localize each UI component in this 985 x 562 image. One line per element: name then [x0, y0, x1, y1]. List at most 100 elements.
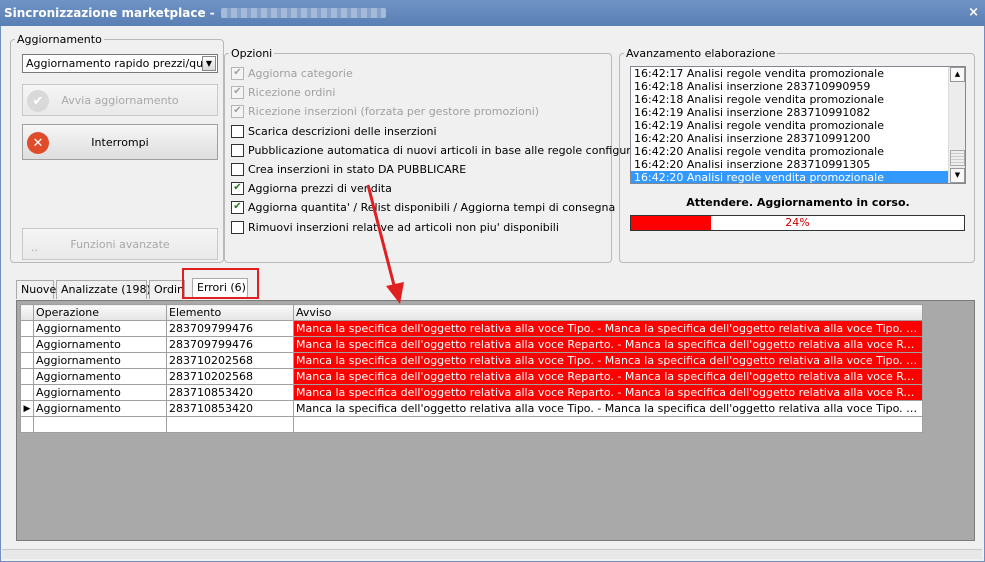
cell-avviso[interactable]: Manca la specifica dell'oggetto relativa… — [293, 320, 923, 337]
option-row[interactable]: ✔ Ricezione inserzioni (forzata per gesto… — [231, 103, 539, 119]
log-line[interactable]: 16:42:20 Analisi inserzione 283710991305 — [631, 158, 965, 171]
cell-operazione[interactable]: Aggiornamento — [33, 352, 167, 369]
option-row[interactable]: Crea inserzioni in stato DA PUBBLICARE — [231, 161, 466, 177]
empty-cell[interactable] — [20, 416, 34, 433]
empty-cell[interactable] — [33, 416, 167, 433]
column-header-operazione[interactable]: Operazione — [33, 304, 167, 321]
tab-ordini-label: Ordini — [154, 283, 185, 296]
log-line[interactable]: 16:42:17 Analisi regole vendita promozio… — [631, 67, 965, 80]
row-header[interactable] — [20, 320, 34, 337]
cell-avviso[interactable]: Manca la specifica dell'oggetto relativa… — [293, 368, 923, 385]
table-row[interactable]: Aggiornamento 283709799476 Manca la specif… — [20, 320, 923, 337]
option-label: Aggiorna categorie — [248, 66, 353, 80]
cell-avviso[interactable]: Manca la specifica dell'oggetto relativa… — [293, 352, 923, 369]
checkbox-checked-icon[interactable]: ✔ — [231, 85, 244, 99]
row-header[interactable] — [20, 352, 34, 369]
option-label: Scarica descrizioni delle inserzioni — [248, 124, 437, 138]
log-line[interactable]: 16:42:18 Analisi regole vendita promozio… — [631, 93, 965, 106]
option-label: Aggiorna quantita' / Relist disponibili … — [248, 200, 616, 214]
table-row[interactable]: ▶ Aggiornamento 283710853420 Manca la speci… — [20, 400, 923, 417]
row-header[interactable] — [20, 368, 34, 385]
progress-label: 24% — [785, 216, 810, 229]
option-row[interactable]: Scarica descrizioni delle inserzioni — [231, 123, 437, 139]
current-row-icon[interactable]: ▶ — [20, 400, 34, 417]
progress-log[interactable]: 16:42:17 Analisi regole vendita promozio… — [630, 66, 966, 184]
log-line[interactable]: 16:42:20 Analisi regole vendita promozio… — [631, 145, 965, 158]
option-row[interactable]: ✔ Aggiorna quantita' / Relist disponibili… — [231, 199, 615, 215]
cell-operazione[interactable]: Aggiornamento — [33, 400, 167, 417]
tab-analizzate-label: Analizzate (198) — [61, 283, 151, 296]
log-line[interactable]: 16:42:20 Analisi inserzione 283710991200 — [631, 132, 965, 145]
errors-table: Operazione Elemento Avviso Aggiornamento… — [20, 304, 923, 433]
checkbox-unchecked-icon[interactable] — [231, 220, 244, 234]
checkbox-checked-icon[interactable]: ✔ — [231, 66, 244, 80]
avanzamento-legend: Avanzamento elaborazione — [626, 47, 776, 60]
cell-avviso[interactable]: Manca la specifica dell'oggetto relativa… — [293, 400, 923, 417]
start-update-label: Avvia aggiornamento — [61, 93, 179, 107]
column-header-avviso[interactable]: Avviso — [293, 304, 923, 321]
empty-cell[interactable] — [293, 416, 923, 433]
table-new-row[interactable] — [20, 416, 923, 433]
log-line[interactable]: 16:42:19 Analisi regole vendita promozio… — [631, 119, 965, 132]
progress-bar: 24% — [630, 215, 965, 231]
window-title: Sincronizzazione marketplace - — [4, 6, 215, 20]
option-label: Rimuovi inserzioni relative ad articoli … — [248, 220, 559, 234]
stop-button[interactable]: ✕ Interrompi — [22, 124, 218, 160]
close-button[interactable]: × — [968, 5, 979, 20]
option-row[interactable]: Rimuovi inserzioni relative ad articoli … — [231, 219, 559, 235]
update-mode-select[interactable]: Aggiornamento rapido prezzi/quantità ▼ — [22, 54, 218, 73]
table-row[interactable]: Aggiornamento 283710202568 Manca la specif… — [20, 352, 923, 369]
annotation-highlight-box — [182, 268, 259, 299]
log-line[interactable]: 16:42:19 Analisi inserzione 283710991082 — [631, 106, 965, 119]
scroll-down-icon[interactable]: ▼ — [950, 168, 965, 183]
table-row[interactable]: Aggiornamento 283710202568 Manca la specif… — [20, 368, 923, 385]
cell-avviso[interactable]: Manca la specifica dell'oggetto relativa… — [293, 384, 923, 401]
row-header[interactable] — [20, 336, 34, 353]
scroll-thumb[interactable] — [950, 150, 965, 166]
option-row[interactable]: ✔ Aggiorna prezzi di vendita — [231, 180, 392, 196]
row-header[interactable] — [20, 384, 34, 401]
table-header-row: Operazione Elemento Avviso — [20, 304, 923, 321]
option-row[interactable]: ✔ Ricezione ordini — [231, 84, 335, 100]
log-line[interactable]: 16:42:18 Analisi inserzione 283710990959 — [631, 80, 965, 93]
cell-elemento[interactable]: 283710202568 — [166, 368, 294, 385]
advanced-prefix: .. — [31, 241, 38, 254]
table-row[interactable]: Aggiornamento 283709799476 Manca la specif… — [20, 336, 923, 353]
cell-elemento[interactable]: 283710202568 — [166, 352, 294, 369]
checkbox-unchecked-icon[interactable] — [231, 162, 244, 176]
checkbox-checked-icon[interactable]: ✔ — [231, 104, 244, 118]
log-scrollbar[interactable]: ▲ ▼ — [948, 67, 965, 183]
cell-avviso[interactable]: Manca la specifica dell'oggetto relativa… — [293, 336, 923, 353]
option-row[interactable]: Pubblicazione automatica di nuovi artico… — [231, 142, 649, 158]
chevron-down-icon[interactable]: ▼ — [202, 56, 216, 71]
redacted-title-part — [220, 8, 386, 18]
cell-operazione[interactable]: Aggiornamento — [33, 320, 167, 337]
errors-grid[interactable]: Operazione Elemento Avviso Aggiornamento… — [16, 300, 975, 541]
tab-nuove[interactable]: Nuove — [16, 280, 56, 299]
cell-operazione[interactable]: Aggiornamento — [33, 368, 167, 385]
scroll-up-icon[interactable]: ▲ — [950, 67, 965, 82]
close-circle-icon: ✕ — [27, 132, 49, 154]
log-line[interactable]: 16:42:20 Analisi regole vendita promozio… — [631, 171, 965, 183]
cell-operazione[interactable]: Aggiornamento — [33, 336, 167, 353]
table-row[interactable]: Aggiornamento 283710853420 Manca la specif… — [20, 384, 923, 401]
checkbox-unchecked-icon[interactable] — [231, 143, 244, 157]
checkbox-checked-icon[interactable]: ✔ — [231, 200, 244, 214]
check-icon: ✔ — [27, 90, 49, 112]
tab-analizzate[interactable]: Analizzate (198) — [56, 280, 151, 299]
empty-cell[interactable] — [166, 416, 294, 433]
option-label: Crea inserzioni in stato DA PUBBLICARE — [248, 162, 467, 176]
option-label: Pubblicazione automatica di nuovi artico… — [248, 143, 649, 157]
cell-elemento[interactable]: 283709799476 — [166, 336, 294, 353]
cell-elemento[interactable]: 283709799476 — [166, 320, 294, 337]
tab-ordini[interactable]: Ordini — [149, 280, 185, 299]
start-update-button[interactable]: ✔ Avvia aggiornamento — [22, 84, 218, 116]
column-header-elemento[interactable]: Elemento — [166, 304, 294, 321]
cell-elemento[interactable]: 283710853420 — [166, 400, 294, 417]
cell-operazione[interactable]: Aggiornamento — [33, 384, 167, 401]
cell-elemento[interactable]: 283710853420 — [166, 384, 294, 401]
checkbox-checked-icon[interactable]: ✔ — [231, 181, 244, 195]
checkbox-unchecked-icon[interactable] — [231, 124, 244, 138]
option-row[interactable]: ✔ Aggiorna categorie — [231, 65, 353, 81]
advanced-functions-button[interactable]: .. Funzioni avanzate — [22, 228, 218, 260]
